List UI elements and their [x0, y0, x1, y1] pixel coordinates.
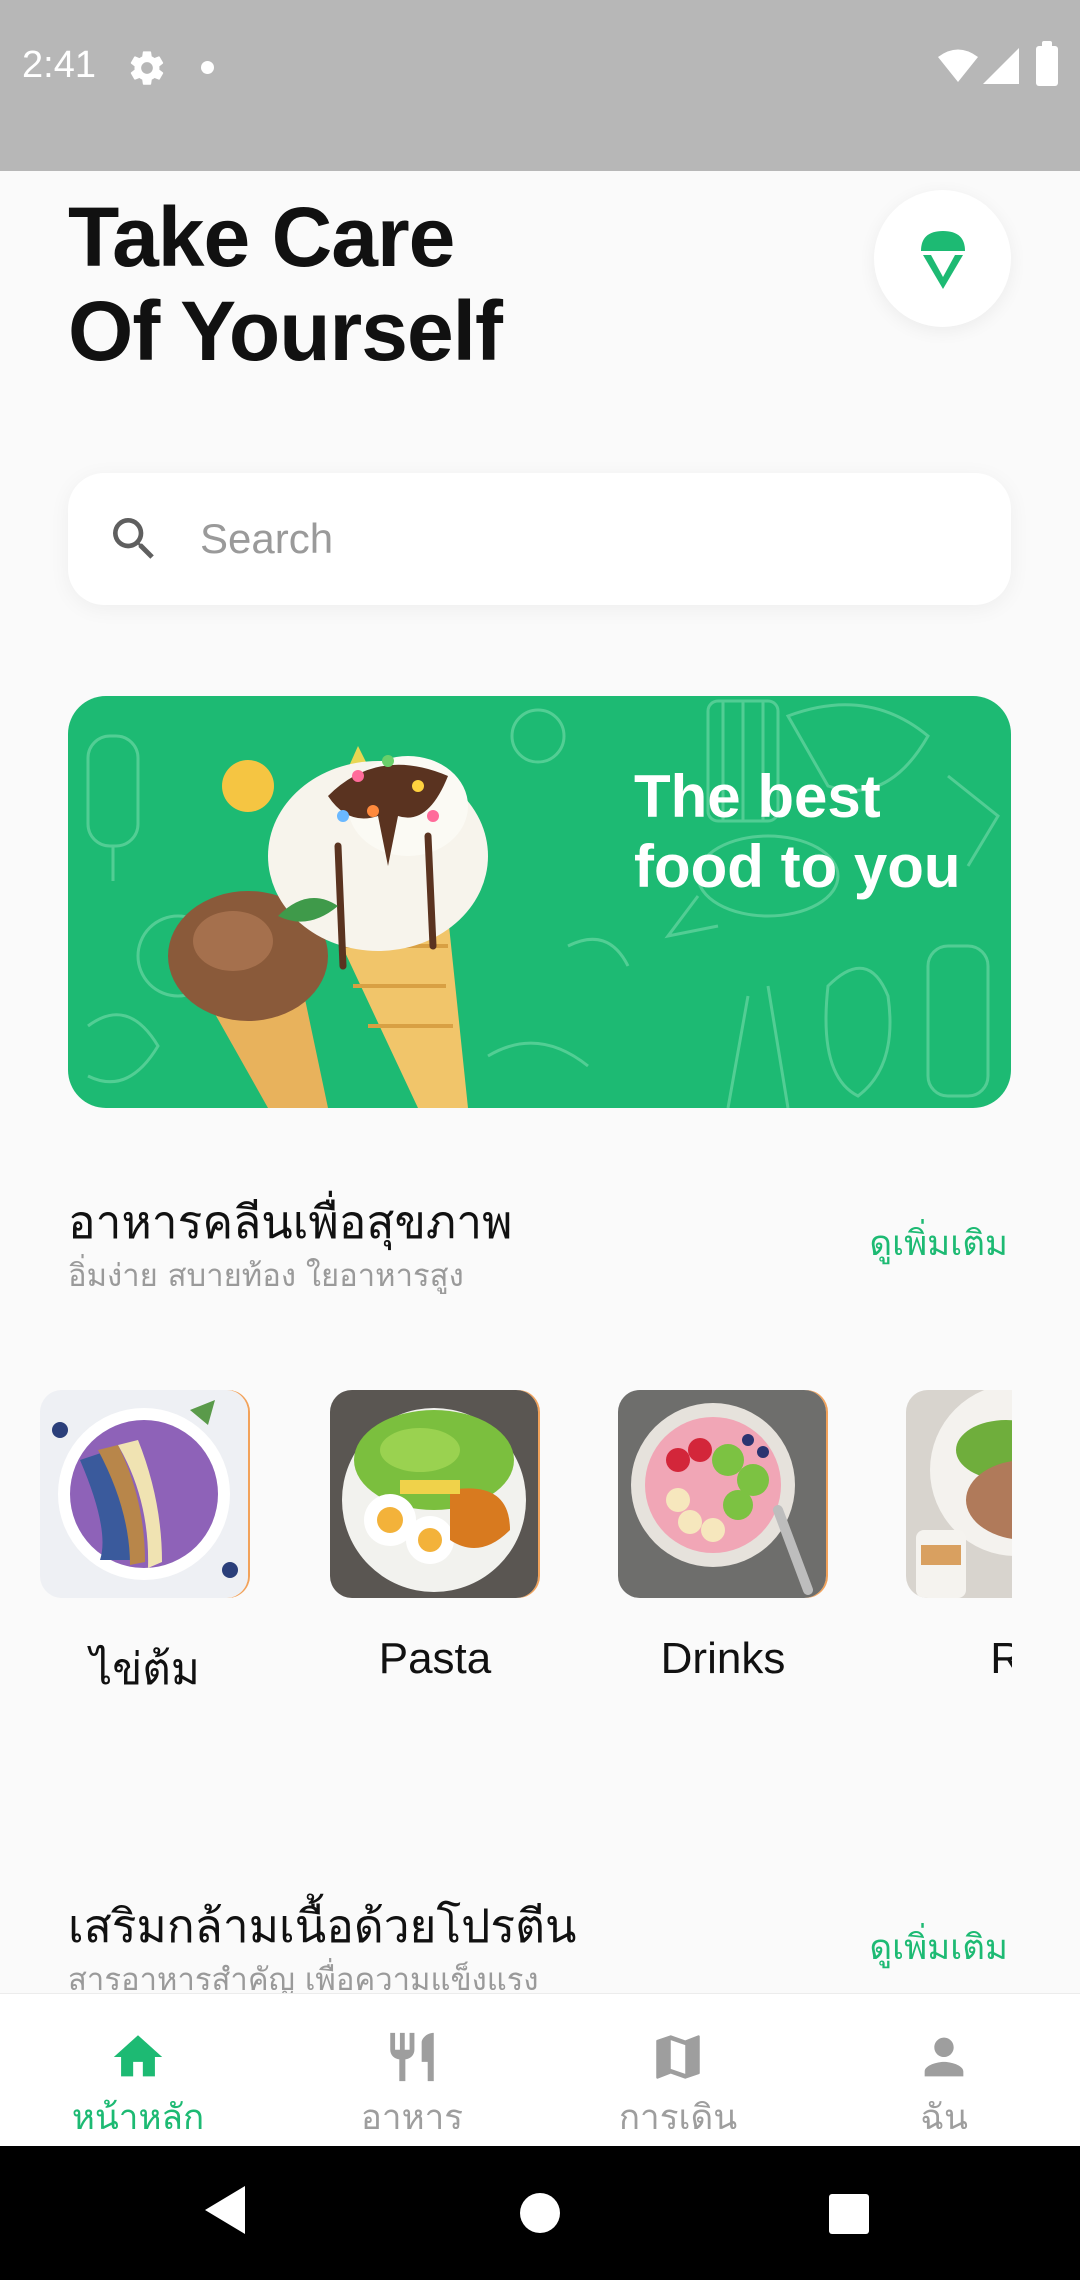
page-title: Take Care Of Yourself — [68, 190, 503, 378]
nav-label-me: ฉัน — [920, 2098, 968, 2138]
battery-icon — [1036, 41, 1058, 86]
see-more-link-clean-food[interactable]: ดูเพิ่มเติม — [869, 1216, 1008, 1271]
search-input[interactable] — [200, 503, 960, 575]
wifi-icon — [938, 49, 978, 82]
home-icon — [113, 2035, 163, 2077]
title-line-1: Take Care — [68, 190, 455, 284]
nav-label-food: อาหาร — [360, 2098, 464, 2138]
home-circle-icon[interactable] — [519, 2192, 561, 2234]
category-list[interactable]: ไข่ต้ม Pasta Drinks R — [0, 1390, 1012, 1730]
category-item[interactable]: Pasta — [330, 1390, 540, 1684]
category-label: ไข่ต้ม — [90, 1645, 200, 1694]
nav-label-home: หน้าหลัก — [71, 2098, 205, 2138]
nav-label-walk: การเดิน — [618, 2098, 738, 2138]
category-label: Drinks — [660, 1634, 786, 1683]
category-item[interactable]: Ri — [906, 1390, 1012, 1684]
status-bar: 2:41 — [0, 0, 1080, 171]
nav-item-home[interactable]: หน้าหลัก — [28, 1994, 248, 2147]
see-more-link-protein[interactable]: ดูเพิ่มเติม — [869, 1920, 1008, 1975]
section-title-clean-food: อาหารคลีนเพื่อสุขภาพ — [68, 1195, 513, 1249]
category-image-acai-bowl — [40, 1390, 248, 1598]
category-item[interactable]: Drinks — [618, 1390, 828, 1684]
section-subtitle-clean-food: อิ่มง่าย สบายท้อง ใยอาหารสูง — [68, 1258, 464, 1294]
map-icon — [656, 2035, 700, 2079]
person-icon — [924, 2037, 964, 2077]
ice-cream-icon — [920, 230, 965, 289]
status-time: 2:41 — [22, 44, 96, 86]
banner-line-2: food to you — [634, 833, 961, 900]
category-image-fruit-bowl — [618, 1390, 826, 1598]
category-item[interactable]: ไข่ต้ม — [40, 1390, 250, 1704]
search-icon — [113, 518, 154, 559]
ice-cream-button[interactable] — [874, 190, 1011, 327]
notification-dot — [201, 61, 214, 74]
bottom-navigation: หน้าหลัก อาหาร การเดิน ฉัน — [0, 1993, 1080, 2146]
banner-line-1: The best — [634, 763, 881, 830]
fork-knife-icon — [390, 2032, 434, 2082]
banner-text: The best food to you — [634, 762, 974, 902]
section-title-protein: เสริมกล้ามเนื้อด้วยโปรตีน — [68, 1899, 577, 1953]
promo-banner[interactable]: The best food to you — [68, 696, 1011, 1108]
signal-icon — [983, 48, 1019, 84]
category-image-salad-plate — [330, 1390, 538, 1598]
back-icon[interactable] — [205, 2186, 245, 2234]
search-bar[interactable] — [68, 473, 1011, 605]
nav-item-me[interactable]: ฉัน — [834, 1994, 1054, 2147]
category-label: Ri — [990, 1634, 1012, 1683]
recents-icon[interactable] — [829, 2194, 869, 2234]
nav-item-food[interactable]: อาหาร — [302, 1994, 522, 2147]
system-navigation-bar — [0, 2146, 1080, 2280]
ice-cream-cones-image — [168, 746, 488, 1108]
category-label: Pasta — [378, 1634, 492, 1683]
title-line-2: Of Yourself — [68, 284, 503, 378]
gear-icon — [130, 51, 164, 85]
nav-item-walk[interactable]: การเดิน — [568, 1994, 788, 2147]
category-image-rice-dish — [906, 1390, 1012, 1598]
